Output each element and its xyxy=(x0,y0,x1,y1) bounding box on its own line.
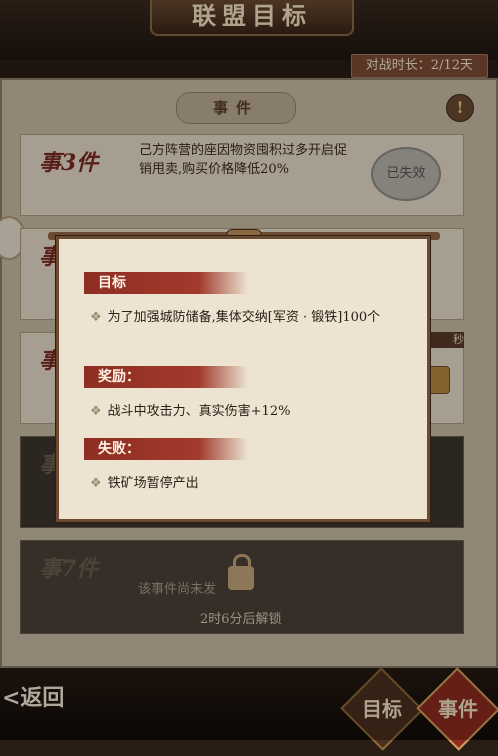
goal-text-value: 为了加强城防储备,集体交纳[军资 · 锻铁]100个 xyxy=(107,310,381,325)
goal-label: 目标 xyxy=(84,272,248,294)
diamond-bullet-icon: ❖ xyxy=(90,404,102,419)
diamond-bullet-icon: ❖ xyxy=(90,310,102,325)
fail-label: 失败： xyxy=(84,438,248,460)
goal-text: ❖ 为了加强城防储备,集体交纳[军资 · 锻铁]100个 xyxy=(90,308,400,328)
fail-text: ❖ 铁矿场暂停产出 xyxy=(90,474,400,494)
reward-text: ❖ 战斗中攻击力、真实伤害+12% xyxy=(90,402,400,422)
reward-text-value: 战斗中攻击力、真实伤害+12% xyxy=(107,404,291,419)
diamond-bullet-icon: ❖ xyxy=(90,476,102,491)
fail-text-value: 铁矿场暂停产出 xyxy=(107,476,199,491)
reward-label: 奖励： xyxy=(84,366,248,388)
